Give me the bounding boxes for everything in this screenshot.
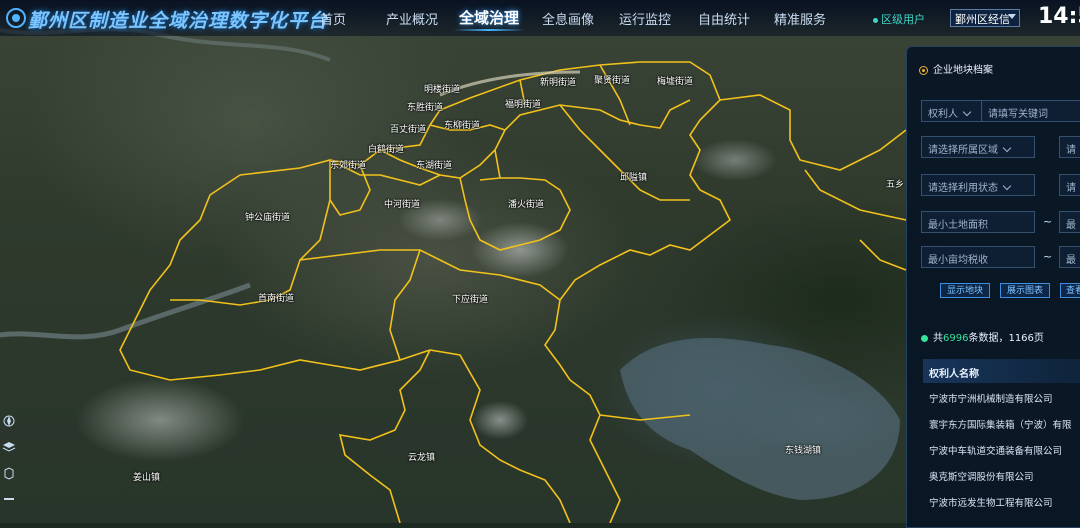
basemap-icon[interactable]: [2, 466, 16, 480]
top-bar: 鄞州区制造业全域治理数字化平台 首页 产业概况 全域治理 全息画像 运行监控 自…: [0, 0, 1080, 36]
region-filter-placeholder: 请选择所属区域: [928, 145, 998, 156]
table-row[interactable]: 宁波市宁洲机械制造有限公司: [929, 391, 1053, 405]
show-parcels-button[interactable]: 显示地块: [940, 283, 990, 298]
user-role: 区级用户: [873, 11, 925, 27]
count-prefix: 共: [933, 333, 943, 344]
map-label: 钟公庙街道: [245, 213, 291, 223]
map-label: 邱隘镇: [620, 173, 648, 183]
count-number: 6996: [943, 333, 969, 344]
table-row[interactable]: 奥克斯空调股份有限公司: [929, 469, 1034, 483]
right-filter-input-2[interactable]: 请: [1059, 174, 1080, 196]
right-filter-placeholder: 请: [1066, 145, 1076, 156]
target-icon: [919, 65, 928, 75]
min-tax-placeholder: 最小亩均税收: [928, 255, 988, 266]
chevron-down-icon: [1002, 181, 1012, 191]
map-label: 东湖街道: [416, 161, 453, 171]
keyword-placeholder: 请填写关键词: [988, 109, 1048, 120]
range-separator: ~: [1043, 250, 1053, 263]
zoom-icon[interactable]: [2, 492, 16, 506]
nav-precise-service[interactable]: 精准服务: [774, 9, 826, 28]
min-area-placeholder: 最小土地面积: [928, 220, 988, 231]
map-label: 明楼街道: [424, 85, 461, 95]
status-dot-icon: [873, 17, 878, 23]
map-label: 五乡: [886, 180, 905, 190]
owner-type-label: 权利人: [928, 109, 958, 120]
map-label: 云龙镇: [408, 453, 436, 463]
map-label: 首南街道: [258, 294, 295, 304]
chevron-down-icon: [962, 107, 972, 117]
right-filter-placeholder: 请: [1066, 183, 1076, 194]
panel-title-text: 企业地块档案: [933, 65, 993, 76]
range-separator: ~: [1043, 215, 1053, 228]
query-button[interactable]: 查看: [1060, 283, 1080, 298]
max-tax-input[interactable]: 最: [1059, 246, 1080, 268]
map-label: 潘火街道: [508, 200, 545, 210]
max-area-placeholder: 最: [1066, 220, 1076, 231]
nav-operation-monitor[interactable]: 运行监控: [619, 9, 671, 28]
lake-water: [620, 337, 900, 500]
nav-governance[interactable]: 全域治理: [452, 7, 526, 31]
max-area-input[interactable]: 最: [1059, 211, 1080, 233]
nav-industry-overview[interactable]: 产业概况: [386, 9, 438, 28]
platform-title: 鄞州区制造业全域治理数字化平台: [28, 10, 329, 32]
map-label: 新明街道: [540, 78, 577, 88]
river: [0, 282, 251, 340]
region-select[interactable]: 鄞州区经信: [950, 9, 1020, 27]
platform-logo-icon: [4, 6, 28, 30]
map-label: 中河街道: [384, 200, 421, 210]
user-role-label: 区级用户: [881, 13, 925, 26]
owner-type-select[interactable]: 权利人: [921, 100, 983, 122]
map-label: 姜山镇: [133, 473, 161, 483]
table-row[interactable]: 宁波市远发生物工程有限公司: [929, 495, 1053, 509]
result-count: 共6996条数据，1166页: [921, 329, 1044, 344]
map-label: 东柳街道: [444, 121, 481, 131]
enterprise-land-panel: 企业地块档案 权利人 请填写关键词 请选择所属区域 请 请选择利用状态 请 最小…: [906, 46, 1080, 528]
count-suffix: 条数据，1166页: [968, 333, 1044, 344]
panel-title: 企业地块档案: [919, 61, 993, 76]
status-filter-placeholder: 请选择利用状态: [928, 183, 998, 194]
nav-home[interactable]: 首页: [320, 9, 346, 28]
status-dot-icon: [921, 334, 928, 342]
map-label: 东郊街道: [330, 161, 367, 171]
map-label: 聚贤街道: [594, 76, 631, 86]
clock: 14:5: [1038, 4, 1080, 29]
show-chart-button[interactable]: 展示图表: [1000, 283, 1050, 298]
chevron-down-icon: [1002, 143, 1012, 153]
map-label: 东钱湖镇: [785, 446, 822, 456]
min-area-input[interactable]: 最小土地面积: [921, 211, 1035, 233]
region-filter-select[interactable]: 请选择所属区域: [921, 136, 1035, 158]
table-header: 权利人名称: [923, 359, 1080, 383]
min-tax-input[interactable]: 最小亩均税收: [921, 246, 1035, 268]
map-label: 百丈街道: [390, 125, 427, 135]
table-row[interactable]: 宁波中车轨道交通装备有限公司: [929, 443, 1062, 457]
nav-custom-statistics[interactable]: 自由统计: [698, 9, 750, 28]
right-filter-input-1[interactable]: 请: [1059, 136, 1080, 158]
layers-icon[interactable]: [2, 440, 16, 454]
table-row[interactable]: 寰宇东方国际集装箱（宁波）有限: [929, 417, 1072, 431]
region-select-value: 鄞州区经信: [955, 13, 1010, 26]
max-tax-placeholder: 最: [1066, 255, 1076, 266]
keyword-input[interactable]: 请填写关键词: [981, 100, 1080, 122]
compass-icon[interactable]: [2, 414, 16, 428]
map-label: 东胜街道: [407, 103, 444, 113]
map-label: 白鹤街道: [368, 145, 405, 155]
map-label: 福明街道: [505, 100, 542, 110]
chevron-down-icon: [1008, 14, 1016, 19]
map-label: 下应街道: [452, 295, 489, 305]
nav-holographic-profile[interactable]: 全息画像: [542, 9, 594, 28]
map-label: 梅墟街道: [657, 77, 694, 87]
status-filter-select[interactable]: 请选择利用状态: [921, 174, 1035, 196]
